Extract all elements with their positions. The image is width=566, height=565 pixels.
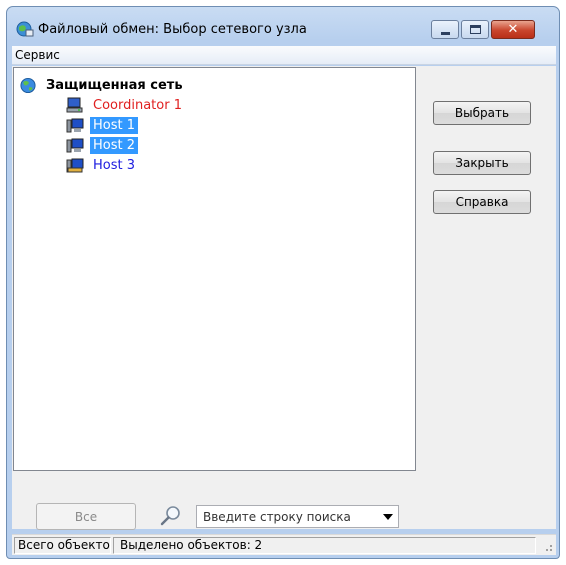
host-icon xyxy=(66,138,84,152)
network-globe-icon xyxy=(16,21,34,37)
close-window-button[interactable]: ✕ xyxy=(491,20,535,39)
maximize-button[interactable] xyxy=(461,20,489,39)
select-button[interactable]: Выбрать xyxy=(433,101,531,125)
tree-root-label: Защищенная сеть xyxy=(46,77,183,93)
menu-bar: Сервис xyxy=(12,46,556,65)
maximize-icon xyxy=(469,25,481,34)
search-placeholder: Введите строку поиска xyxy=(203,509,351,524)
minimize-icon xyxy=(440,31,450,35)
search-input[interactable]: Введите строку поиска xyxy=(196,505,399,528)
globe-icon xyxy=(20,77,36,93)
tree-node-coordinator-1[interactable]: Coordinator 1 xyxy=(66,95,185,115)
tree-node-host-1[interactable]: Host 1 xyxy=(66,115,139,135)
tree-root[interactable]: Защищенная сеть xyxy=(19,75,183,95)
status-total-objects: Всего объектов xyxy=(14,537,111,554)
chevron-down-icon[interactable] xyxy=(383,514,393,520)
coordinator-icon xyxy=(66,97,83,112)
menu-item-service[interactable]: Сервис xyxy=(15,48,60,62)
dialog-body: Защищенная сеть Coordinator 1 Host 1 Hos… xyxy=(12,66,556,530)
status-selected-objects: Выделено объектов: 2 xyxy=(113,537,536,554)
host-icon xyxy=(66,158,84,172)
window-controls: ✕ xyxy=(431,20,537,40)
title-bar[interactable]: Файловый обмен: Выбор сетевого узла ✕ xyxy=(7,7,559,45)
node-label: Host 2 xyxy=(90,136,139,154)
tree-node-host-2[interactable]: Host 2 xyxy=(66,135,139,155)
main-window: Файловый обмен: Выбор сетевого узла ✕ Се… xyxy=(6,6,560,559)
tree-node-host-3[interactable]: Host 3 xyxy=(66,155,138,175)
network-tree[interactable]: Защищенная сеть Coordinator 1 Host 1 Hos… xyxy=(13,67,416,471)
node-label: Host 1 xyxy=(90,116,139,134)
window-title: Файловый обмен: Выбор сетевого узла xyxy=(38,22,307,37)
status-bar: Всего объектов Выделено объектов: 2 xyxy=(12,534,556,555)
minimize-button[interactable] xyxy=(431,20,459,39)
help-button[interactable]: Справка xyxy=(433,190,531,214)
search-icon[interactable] xyxy=(160,505,182,527)
node-label: Coordinator 1 xyxy=(93,97,182,113)
close-icon: ✕ xyxy=(507,22,519,37)
host-icon xyxy=(66,118,84,132)
close-button[interactable]: Закрыть xyxy=(433,151,531,175)
resize-grip-icon[interactable] xyxy=(541,540,553,552)
node-label: Host 3 xyxy=(93,157,136,173)
show-all-button[interactable]: Все xyxy=(36,503,136,530)
